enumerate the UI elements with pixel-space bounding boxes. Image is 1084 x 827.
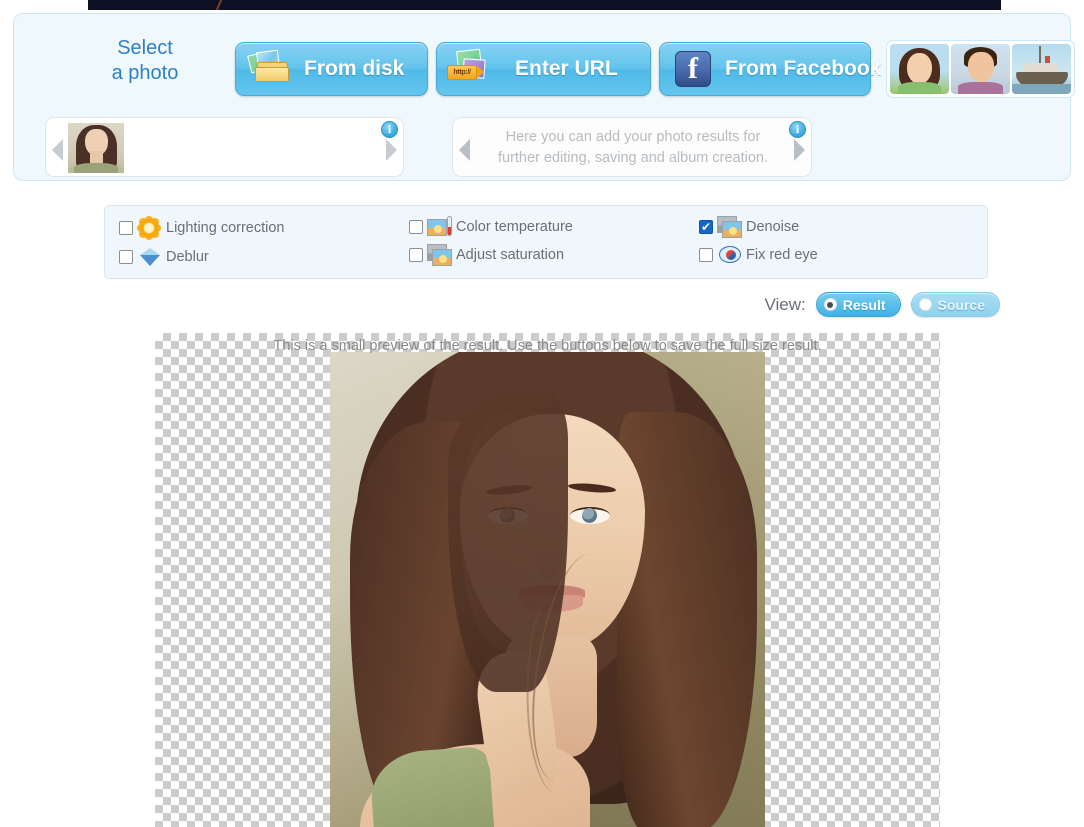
source-tray-next-arrow[interactable]: [386, 139, 397, 161]
source-tray-prev-arrow[interactable]: [52, 139, 63, 161]
select-photo-title-line1: Select: [117, 37, 173, 59]
result-tray-placeholder: Here you can add your photo results for …: [497, 129, 769, 166]
checkbox-lighting-correction[interactable]: [119, 221, 133, 235]
option-denoise[interactable]: Denoise: [699, 216, 799, 238]
radio-result[interactable]: [823, 298, 837, 311]
option-adjust-saturation[interactable]: Adjust saturation: [409, 244, 564, 266]
source-tray-info-icon[interactable]: i: [381, 121, 398, 138]
preview-note: This is a small preview of the result. U…: [273, 338, 822, 354]
sun-icon: [137, 217, 163, 239]
source-photo-tray: i: [45, 117, 404, 177]
from-facebook-button[interactable]: f From Facebook: [659, 42, 881, 96]
view-option-source[interactable]: Source: [910, 292, 1000, 317]
result-tray-prev-arrow[interactable]: [459, 139, 470, 161]
from-disk-button[interactable]: From disk: [235, 42, 428, 96]
select-photo-panel: Select a photo From disk http:// Enter U…: [13, 13, 1075, 181]
two-photos-icon: [717, 216, 743, 238]
enter-url-button[interactable]: http:// Enter URL: [436, 42, 651, 96]
option-label-adjust-saturation: Adjust saturation: [456, 247, 565, 263]
view-label: View:: [764, 294, 806, 314]
result-photo-tray: Here you can add your photo results for …: [452, 117, 812, 177]
sample-thumbnail-ship[interactable]: [1012, 44, 1071, 94]
option-label-denoise: Denoise: [746, 219, 800, 235]
eye-icon: [717, 244, 743, 266]
sample-photos-strip: [886, 40, 1075, 98]
select-photo-title: Select a photo: [80, 36, 210, 86]
facebook-icon: f: [671, 49, 715, 89]
gem-icon: [137, 246, 163, 268]
option-label-fix-red-eye: Fix red eye: [746, 247, 818, 263]
checkbox-deblur[interactable]: [119, 250, 133, 264]
from-disk-label: From disk: [304, 57, 405, 80]
view-toggle-row: View: Result Source: [764, 292, 1000, 317]
checkbox-adjust-saturation[interactable]: [409, 248, 423, 262]
option-lighting-correction[interactable]: Lighting correction: [119, 217, 285, 239]
view-option-result[interactable]: Result: [815, 292, 901, 317]
radio-source[interactable]: [918, 298, 932, 311]
enter-url-label: Enter URL: [515, 57, 618, 80]
option-deblur[interactable]: Deblur: [119, 246, 209, 268]
from-facebook-label: From Facebook: [725, 57, 882, 80]
result-tray-info-icon[interactable]: i: [789, 121, 806, 138]
checkbox-denoise[interactable]: [699, 219, 713, 235]
folder-photos-icon: [247, 49, 292, 89]
checkbox-color-temperature[interactable]: [409, 220, 423, 234]
sample-thumbnail-man[interactable]: [951, 44, 1010, 94]
url-photo-icon: http://: [447, 48, 491, 89]
option-label-deblur: Deblur: [166, 249, 209, 265]
sample-thumbnail-woman[interactable]: [890, 44, 949, 94]
option-label-lighting-correction: Lighting correction: [166, 220, 285, 236]
top-dark-strip: [88, 0, 1001, 10]
page-root: Select a photo From disk http:// Enter U…: [0, 0, 1084, 827]
two-photos-icon: [427, 244, 453, 266]
checkbox-fix-red-eye[interactable]: [699, 248, 713, 262]
preview-image: [330, 352, 765, 827]
result-tray-next-arrow[interactable]: [794, 139, 805, 161]
photo-thermometer-icon: [427, 216, 453, 238]
strip-streak: [211, 0, 227, 10]
option-color-temperature[interactable]: Color temperature: [409, 216, 573, 238]
select-photo-title-line2: a photo: [111, 62, 179, 84]
view-option-source-label: Source: [937, 296, 985, 313]
view-option-result-label: Result: [842, 296, 886, 313]
option-fix-red-eye[interactable]: Fix red eye: [699, 244, 818, 266]
correction-options-panel: Lighting correction Deblur Color tempera…: [104, 205, 988, 279]
result-preview-area[interactable]: This is a small preview of the result. U…: [155, 333, 940, 827]
source-tray-thumbnail[interactable]: [68, 123, 124, 173]
option-label-color-temperature: Color temperature: [456, 219, 573, 235]
